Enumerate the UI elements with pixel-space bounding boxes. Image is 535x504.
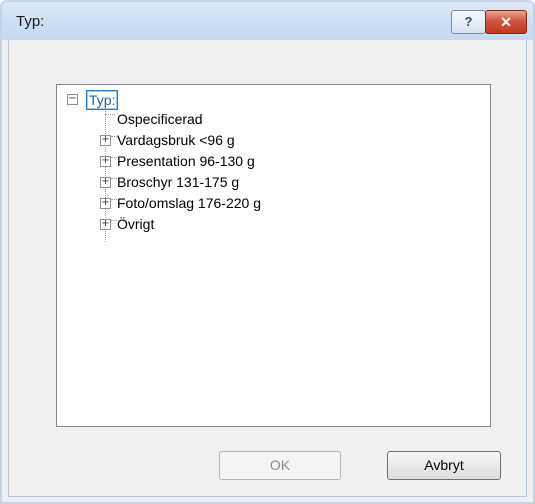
tree-root-item[interactable]: − Typ: — [57, 89, 490, 110]
tree-item-foto-omslag[interactable]: + Foto/omslag 176-220 g — [57, 193, 490, 213]
tree-item-label: Presentation 96-130 g — [117, 153, 255, 169]
tree-item-label: Broschyr 131-175 g — [117, 174, 240, 190]
expand-icon[interactable]: + — [100, 177, 111, 188]
tree-item-label: Vardagsbruk <96 g — [117, 132, 235, 148]
expand-icon[interactable]: + — [100, 219, 111, 230]
tree-item-label: Ospecificerad — [117, 111, 203, 127]
cancel-button[interactable]: Avbryt — [387, 451, 501, 480]
tree-item-broschyr[interactable]: + Broschyr 131-175 g — [57, 172, 490, 192]
title-bar[interactable]: Typ: ? ✕ — [2, 2, 533, 40]
tree-item-ovrigt[interactable]: + Övrigt — [57, 214, 490, 234]
help-button[interactable]: ? — [451, 10, 486, 34]
tree-item-label: Foto/omslag 176-220 g — [117, 195, 261, 211]
expand-icon[interactable]: + — [100, 198, 111, 209]
collapse-icon[interactable]: − — [67, 94, 78, 105]
tree-item-ospecificerad[interactable]: Ospecificerad — [57, 109, 490, 129]
window-title: Typ: — [16, 13, 45, 30]
tree-root-label[interactable]: Typ: — [86, 90, 119, 110]
expand-icon[interactable]: + — [100, 135, 111, 146]
help-icon: ? — [464, 14, 473, 29]
close-icon: ✕ — [500, 14, 512, 30]
expand-icon[interactable]: + — [100, 156, 111, 167]
type-tree-view[interactable]: − Typ: Ospecificerad + Vardagsbruk <96 g… — [56, 84, 491, 427]
tree-item-vardagsbruk[interactable]: + Vardagsbruk <96 g — [57, 130, 490, 150]
close-button[interactable]: ✕ — [485, 10, 527, 34]
tree-item-presentation[interactable]: + Presentation 96-130 g — [57, 151, 490, 171]
tree-item-label: Övrigt — [117, 216, 155, 232]
ok-button[interactable]: OK — [219, 451, 341, 480]
